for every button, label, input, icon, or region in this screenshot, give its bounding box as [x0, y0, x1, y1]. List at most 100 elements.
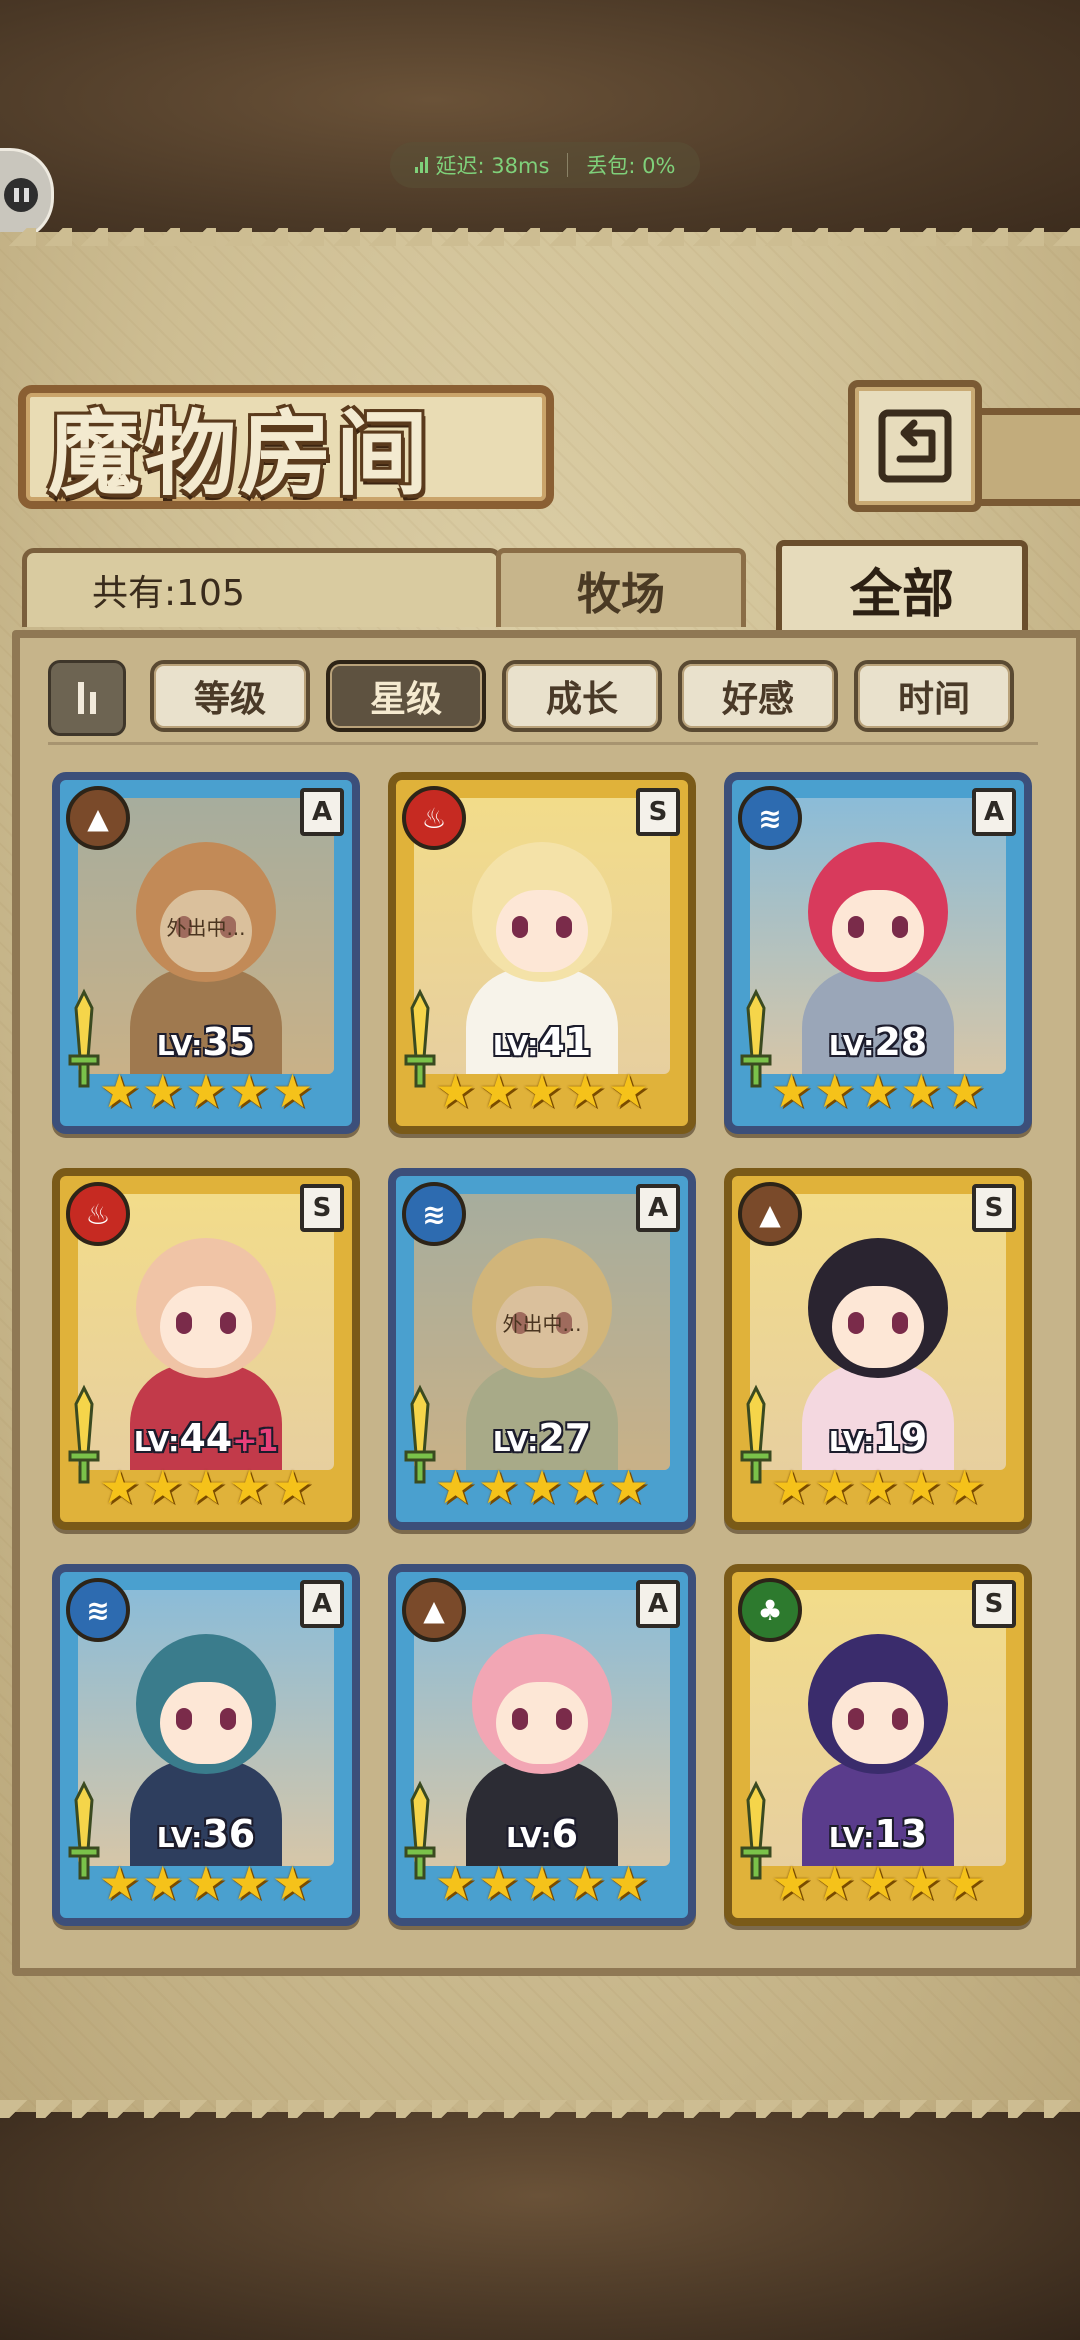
monster-level: LV:36 [156, 1812, 256, 1856]
star-icon: ★ [142, 1064, 184, 1118]
star-icon: ★ [98, 1856, 141, 1910]
page-title: 魔物房间 [48, 401, 433, 508]
away-status: 外出中... [166, 916, 246, 940]
star-icon: ★ [98, 1460, 141, 1514]
star-icon: ★ [271, 1856, 314, 1910]
monster-level: LV:19 [828, 1416, 928, 1460]
star-icon: ★ [478, 1460, 520, 1514]
star-icon: ★ [607, 1460, 650, 1514]
monster-level: LV:28 [828, 1020, 928, 1064]
monster-level: LV:41 [492, 1020, 592, 1064]
star-icon: ★ [142, 1460, 184, 1514]
panel-zigzag-top [0, 228, 1080, 246]
star-icon: ★ [271, 1460, 314, 1514]
status-separator [567, 153, 569, 177]
star-icon: ★ [564, 1064, 606, 1118]
back-button[interactable] [848, 380, 982, 512]
rank-badge: A [300, 788, 344, 836]
tab-all[interactable]: 全部 [776, 540, 1028, 632]
star-icon: ★ [857, 1064, 899, 1118]
signal-icon [414, 157, 428, 173]
star-rating: ★ ★ ★ ★ ★ [78, 1462, 334, 1512]
packet-loss-text: 丢包: 0% [586, 154, 676, 178]
pause-icon [4, 178, 38, 212]
monster-level: LV:6 [505, 1812, 579, 1856]
star-icon: ★ [814, 1460, 856, 1514]
sort-star-button[interactable]: 星级 [326, 660, 486, 732]
monster-level: LV:27 [492, 1416, 592, 1460]
earth-element-icon: ▲ [738, 1182, 802, 1246]
return-icon [878, 409, 952, 483]
monster-card[interactable]: ♨ S LV:44+1 ★ ★ ★ ★ ★ [52, 1168, 360, 1530]
star-icon: ★ [434, 1460, 477, 1514]
star-icon: ★ [271, 1064, 314, 1118]
tab-pasture[interactable]: 牧场 [496, 548, 746, 627]
star-icon: ★ [770, 1856, 813, 1910]
sort-order-toggle[interactable] [48, 660, 126, 736]
monster-card[interactable]: 外出中... ≋ A LV:27 ★ ★ ★ ★ ★ [388, 1168, 696, 1530]
monster-card[interactable]: 外出中... ▲ A LV:35 ★ ★ ★ ★ ★ [52, 772, 360, 1134]
star-icon: ★ [185, 1856, 227, 1910]
sort-growth-button[interactable]: 成长 [502, 660, 662, 732]
rank-badge: S [636, 788, 680, 836]
rank-badge: A [636, 1580, 680, 1628]
earth-element-icon: ▲ [402, 1578, 466, 1642]
rank-badge: S [972, 1580, 1016, 1628]
star-icon: ★ [943, 1460, 986, 1514]
monster-level: LV:13 [828, 1812, 928, 1856]
wind-element-icon: ♣ [738, 1578, 802, 1642]
fire-element-icon: ♨ [66, 1182, 130, 1246]
star-rating: ★ ★ ★ ★ ★ [750, 1066, 1006, 1116]
star-icon: ★ [564, 1856, 606, 1910]
star-icon: ★ [521, 1064, 563, 1118]
star-icon: ★ [607, 1064, 650, 1118]
monster-card[interactable]: ▲ S LV:19 ★ ★ ★ ★ ★ [724, 1168, 1032, 1530]
star-icon: ★ [478, 1856, 520, 1910]
level-bonus: +1 [232, 1424, 279, 1459]
monster-card[interactable]: ≋ A LV:36 ★ ★ ★ ★ ★ [52, 1564, 360, 1926]
rank-badge: A [300, 1580, 344, 1628]
star-icon: ★ [478, 1064, 520, 1118]
star-icon: ★ [814, 1064, 856, 1118]
water-element-icon: ≋ [402, 1182, 466, 1246]
network-status: 延迟: 38ms 丢包: 0% [390, 142, 700, 188]
star-rating: ★ ★ ★ ★ ★ [414, 1462, 670, 1512]
star-icon: ★ [185, 1460, 227, 1514]
sort-affection-button[interactable]: 好感 [678, 660, 838, 732]
star-rating: ★ ★ ★ ★ ★ [78, 1066, 334, 1116]
rank-badge: S [972, 1184, 1016, 1232]
star-icon: ★ [607, 1856, 650, 1910]
earth-element-icon: ▲ [66, 786, 130, 850]
star-icon: ★ [900, 1856, 942, 1910]
star-icon: ★ [564, 1460, 606, 1514]
star-rating: ★ ★ ★ ★ ★ [414, 1858, 670, 1908]
star-icon: ★ [228, 1064, 270, 1118]
star-icon: ★ [521, 1460, 563, 1514]
monster-card[interactable]: ♨ S LV:41 ★ ★ ★ ★ ★ [388, 772, 696, 1134]
star-icon: ★ [900, 1460, 942, 1514]
rank-badge: S [300, 1184, 344, 1232]
rank-badge: A [972, 788, 1016, 836]
star-icon: ★ [228, 1856, 270, 1910]
monster-level: LV:44+1 [133, 1416, 279, 1460]
star-icon: ★ [434, 1856, 477, 1910]
monster-card[interactable]: ≋ A LV:28 ★ ★ ★ ★ ★ [724, 772, 1032, 1134]
star-icon: ★ [814, 1856, 856, 1910]
map-background-bottom [0, 2100, 1080, 2340]
star-icon: ★ [770, 1064, 813, 1118]
star-icon: ★ [228, 1460, 270, 1514]
monster-card[interactable]: ▲ A LV:6 ★ ★ ★ ★ ★ [388, 1564, 696, 1926]
panel-zigzag-bottom [0, 2100, 1080, 2118]
sort-level-button[interactable]: 等级 [150, 660, 310, 732]
sort-bar: 等级 星级 成长 好感 时间 [48, 660, 1038, 736]
sort-time-button[interactable]: 时间 [854, 660, 1014, 732]
star-icon: ★ [900, 1064, 942, 1118]
star-icon: ★ [434, 1064, 477, 1118]
sort-divider [48, 742, 1038, 745]
monster-card[interactable]: ♣ S LV:13 ★ ★ ★ ★ ★ [724, 1564, 1032, 1926]
monster-count: 共有:105 [92, 573, 245, 614]
star-icon: ★ [521, 1856, 563, 1910]
map-background-top [0, 0, 1080, 250]
star-rating: ★ ★ ★ ★ ★ [750, 1462, 1006, 1512]
star-icon: ★ [770, 1460, 813, 1514]
